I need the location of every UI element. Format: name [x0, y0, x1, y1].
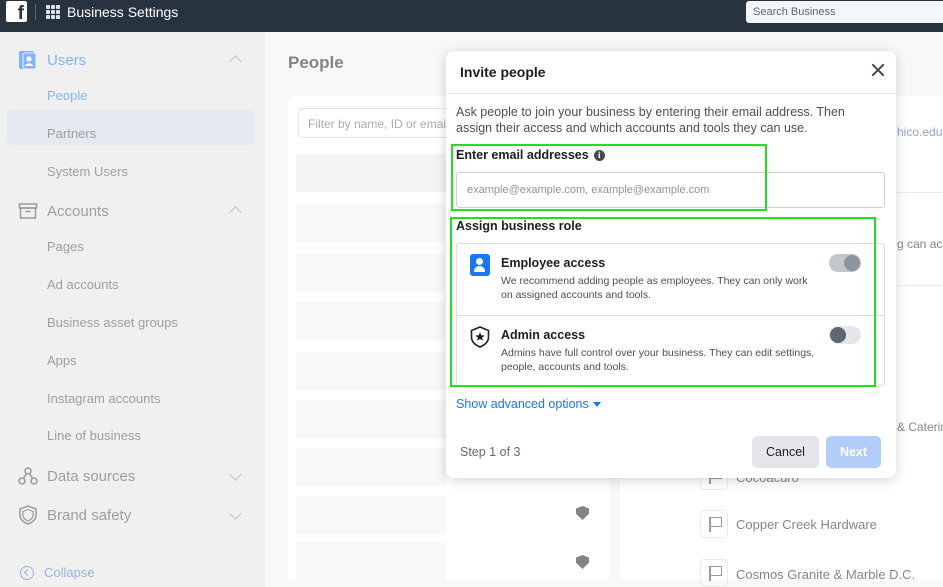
- highlight-box-role: [450, 217, 876, 387]
- search-business-input[interactable]: Search Business: [746, 1, 943, 23]
- caret-down-icon: [592, 401, 601, 407]
- advanced-options-label: Show advanced options: [456, 397, 589, 411]
- apps-grid-icon[interactable]: [46, 5, 60, 19]
- app-title: Business Settings: [67, 4, 179, 20]
- dialog-description: Ask people to join your business by ente…: [456, 105, 845, 135]
- highlight-box-email: [451, 144, 767, 211]
- facebook-logo-icon[interactable]: f: [6, 1, 27, 24]
- dialog-header-divider: [446, 93, 896, 94]
- cancel-button[interactable]: Cancel: [752, 436, 819, 468]
- top-bar: f Business Settings Search Business: [0, 0, 943, 32]
- next-button[interactable]: Next: [826, 436, 881, 468]
- dialog-title: Invite people: [460, 64, 546, 80]
- topbar-divider: [35, 4, 36, 20]
- step-indicator: Step 1 of 3: [460, 445, 521, 459]
- close-icon[interactable]: [870, 62, 886, 78]
- show-advanced-options-link[interactable]: Show advanced options: [456, 397, 601, 411]
